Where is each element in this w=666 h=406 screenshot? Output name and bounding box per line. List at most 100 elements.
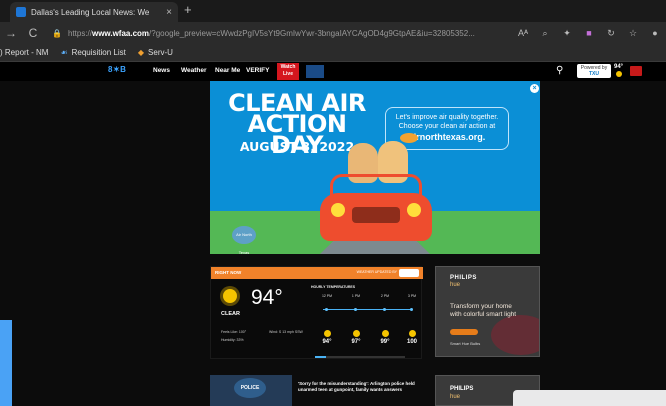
forward-icon[interactable]: → [0, 26, 22, 40]
lamp-glow-illustration [491, 315, 539, 355]
hour-column: 3 PM 100 [399, 294, 425, 345]
leaf-icon: ☙ [60, 48, 68, 57]
hour-time: 12 PM [321, 294, 333, 298]
sponsor-badge[interactable]: Powered by TXU [577, 64, 611, 78]
sun-icon [352, 330, 360, 337]
desktop-wallpaper-edge [0, 320, 12, 406]
ad-close-icon[interactable]: × [530, 84, 539, 93]
news-card[interactable]: POLICE 'Sorry for the misunderstanding':… [210, 375, 425, 406]
hour-time: 2 PM [380, 294, 390, 298]
philips-ad-caption: Smart Hue Bulbs [450, 341, 481, 346]
hour-column: 2 PM 99° [372, 294, 398, 345]
ad-message-box: Let's improve air quality together. Choo… [385, 107, 509, 150]
hour-time: 1 PM [351, 294, 361, 298]
sponsor-line2: TXU [589, 71, 599, 77]
hour-temp: 100 [406, 339, 417, 345]
wfaa-logo[interactable]: 8✶B [108, 65, 126, 74]
url-path: /?google_preview=cWwdzPgIV5sYt9GmIwYwr-3… [149, 28, 475, 38]
channel-logo-icon[interactable] [306, 65, 324, 78]
search-icon[interactable]: ⚲ [556, 65, 563, 76]
zoom-icon[interactable]: ⌕ [534, 28, 556, 39]
sync-icon[interactable]: ↻ [600, 28, 622, 39]
address-bar-row: → C 🔒 https://www.wfaa.com/?google_previ… [0, 22, 666, 44]
header-temp[interactable]: 94° [614, 64, 623, 70]
hourly-scrollbar-thumb[interactable] [315, 356, 326, 358]
hour-temp: 94° [322, 339, 332, 345]
headlight-illustration [331, 203, 345, 217]
nav-news[interactable]: News [153, 67, 170, 74]
hour-time: 3 PM [407, 294, 417, 298]
bookmark-requisition[interactable]: ☙ Requisition List [60, 48, 125, 57]
news-headline[interactable]: 'Sorry for the misunderstanding': Arling… [298, 381, 423, 393]
current-temp: 94° [251, 286, 283, 309]
hour-column: 1 PM 97° [343, 294, 369, 345]
nav-near-me[interactable]: Near Me [215, 67, 240, 74]
browser-essentials-icon[interactable]: ● [644, 28, 666, 38]
tab-strip: Dallas's Leading Local News: We × + [0, 0, 666, 22]
hourly-scrollbar[interactable] [315, 356, 405, 358]
philips-hue-ad[interactable]: PHILIPS hue Transform your home with col… [435, 266, 540, 357]
servu-icon: ◆ [137, 48, 145, 57]
url-domain: www.wfaa.com [91, 28, 150, 38]
nav-verify[interactable]: VERIFY [246, 67, 269, 74]
hue-logo: hue [450, 394, 461, 400]
watch-live-button[interactable]: Watch Live [277, 63, 299, 80]
bird-illustration [400, 133, 418, 143]
bookmark-label: Requisition List [71, 48, 126, 57]
bookmark-label: Serv-U [148, 48, 173, 57]
txu-logo [399, 269, 419, 277]
reload-icon[interactable]: C [22, 26, 44, 40]
ad-message: Let's improve air quality together. Choo… [395, 114, 499, 130]
weather-sponsor-label: WEATHER UPDATED BY [356, 270, 397, 274]
url-prefix: https:// [67, 28, 92, 38]
collections-icon[interactable]: ■ [578, 28, 600, 38]
tab-title: Dallas's Leading Local News: We [31, 7, 150, 17]
tab-active[interactable]: Dallas's Leading Local News: We × [10, 2, 178, 22]
lock-icon: 🔒 [52, 28, 62, 38]
nav-weather[interactable]: Weather [181, 67, 207, 74]
humidity: Humidity: 33% [221, 338, 244, 342]
weather-condition: CLEAR [221, 311, 240, 317]
air-north-texas-logo: Air North Texas [232, 226, 256, 254]
headlight-illustration [407, 203, 421, 217]
weather-widget[interactable]: RIGHT NOW WEATHER UPDATED BY 94° CLEAR F… [210, 266, 425, 359]
feels-like: Feels Like: 100° [221, 330, 247, 334]
sun-icon [323, 330, 331, 337]
sun-icon [616, 71, 622, 77]
traffic-icon[interactable] [630, 66, 642, 76]
sun-icon [223, 289, 237, 303]
clean-air-ad[interactable]: CLEAN AIR ACTION DAY AUGUST 3, 2022 Let'… [210, 81, 540, 254]
tab-close-icon[interactable]: × [166, 7, 172, 18]
notification-window-edge [513, 390, 666, 406]
read-aloud-icon[interactable]: Aᴬ [512, 28, 534, 38]
hour-temp: 97° [351, 339, 361, 345]
bookmark-servu[interactable]: ◆ Serv-U [138, 48, 173, 57]
weather-header: RIGHT NOW WEATHER UPDATED BY [211, 267, 423, 279]
wind: Wind: S 13 mph SSW [269, 330, 303, 334]
live-label: Live [282, 71, 293, 77]
bookmarks-bar: ) Report - NM ☙ Requisition List ◆ Serv-U [0, 44, 666, 62]
shop-now-button[interactable] [450, 329, 478, 335]
new-tab-button[interactable]: + [184, 2, 192, 17]
site-favicon-icon [16, 7, 26, 17]
philips-ad-text: Transform your home with colorful smart … [450, 303, 517, 318]
extension-icon[interactable]: ✦ [556, 28, 578, 39]
hue-logo: hue [450, 282, 461, 288]
hourly-label: HOURLY TEMPERATURES [311, 285, 356, 289]
car-grill-illustration [352, 207, 400, 223]
bookmark-report[interactable]: ) Report - NM [0, 48, 48, 57]
favorites-icon[interactable]: ☆ [622, 28, 644, 39]
sun-icon [381, 330, 389, 337]
weather-header-label: RIGHT NOW [215, 270, 242, 275]
url-field[interactable]: 🔒 https://www.wfaa.com/?google_preview=c… [52, 29, 512, 38]
sun-icon [408, 330, 416, 337]
police-badge-image: POLICE [234, 378, 266, 398]
hour-column: 12 PM 94° [314, 294, 340, 345]
philips-logo: PHILIPS [450, 275, 477, 281]
watch-label: Watch [280, 64, 296, 70]
hour-temp: 99° [380, 339, 390, 345]
bookmark-label: ) Report - NM [0, 48, 49, 57]
site-nav: 8✶B News Weather Near Me VERIFY Watch Li… [0, 62, 666, 81]
news-thumbnail[interactable]: POLICE [210, 375, 292, 406]
philips-logo: PHILIPS [450, 386, 474, 392]
